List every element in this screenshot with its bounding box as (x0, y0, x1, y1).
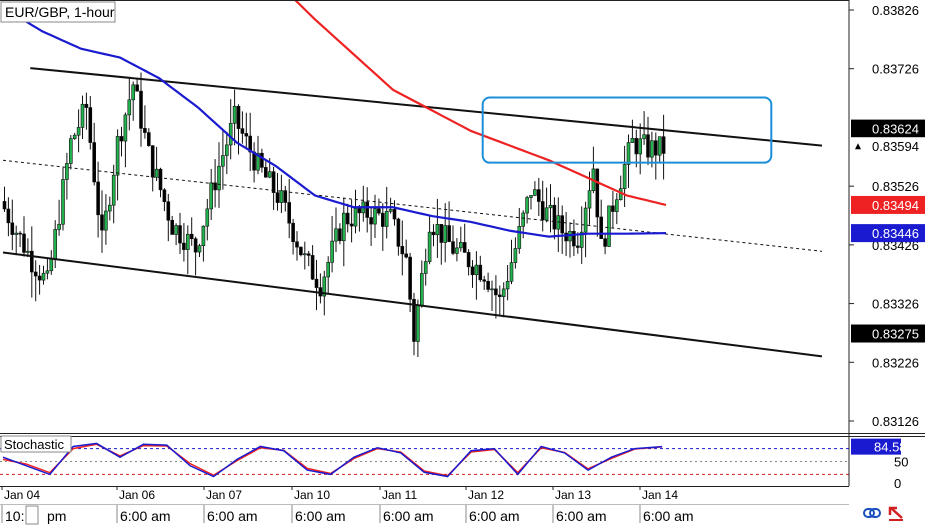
time-label: pm (47, 508, 66, 524)
date-label: Jan 10 (294, 488, 330, 502)
time-label: 6:00 am (383, 508, 434, 524)
price-tick-label: 0.83326 (872, 297, 919, 312)
price-tag-label: 0.83624 (872, 122, 919, 137)
price-tag-dark: 0.83624 (851, 119, 925, 138)
price-tick-label: 0.83526 (872, 179, 919, 194)
stochastic-title-box: Stochastic (0, 435, 72, 453)
price-tag-label: 0.83494 (872, 198, 919, 213)
date-label: Jan 14 (642, 488, 678, 502)
price-tick-label: 0.83726 (872, 62, 919, 77)
stochastic-title: Stochastic (4, 437, 64, 452)
price-tick-label: 0.83126 (872, 414, 919, 429)
price-tick-label: 0.83226 (872, 355, 919, 370)
date-label: Jan 13 (555, 488, 591, 502)
price-title: EUR/GBP, 1-hour (5, 4, 115, 20)
candle (299, 246, 303, 257)
time-label: 6:00 am (295, 508, 346, 524)
price-tag-blue: 0.83446 (851, 224, 925, 243)
stochastic-tick-label: 0 (894, 476, 901, 491)
time-label: 6:00 am (643, 508, 694, 524)
time-label: 10: (5, 508, 24, 524)
date-label: Jan 06 (119, 488, 155, 502)
date-label: Jan 11 (382, 488, 417, 502)
price-tag-dark: 0.83275 (851, 324, 925, 343)
date-label: Jan 04 (4, 488, 40, 502)
price-tag-light: 0.83594 (851, 137, 925, 156)
price-tag-label: 0.83275 (872, 327, 919, 342)
candle (607, 205, 611, 248)
time-label: 6:00 am (207, 508, 258, 524)
date-label: Jan 07 (206, 488, 242, 502)
price-title-box: EUR/GBP, 1-hour (0, 1, 116, 23)
time-cursor-marker[interactable] (25, 505, 39, 525)
date-label: Jan 12 (468, 488, 504, 502)
stochastic-value-label: 84.58 (874, 440, 907, 455)
price-tag-red: 0.83494 (851, 195, 925, 214)
chart-window: 0.83826 0.83726 0.83526 0.83426 0.83326 0.832… (0, 0, 925, 525)
time-label: 6:00 am (469, 508, 520, 524)
chart-canvas: 0.838260.837260.835260.834260.833260.832… (0, 0, 925, 525)
time-label: 6:00 am (556, 508, 607, 524)
stochastic-tick-label: 50 (894, 455, 908, 470)
time-label: 6:00 am (120, 508, 171, 524)
price-tag-label: 0.83446 (872, 226, 919, 241)
stochastic-value-tag: 84.58 (851, 438, 907, 455)
price-tick-label: 0.83826 (872, 3, 919, 18)
price-tag-label: 0.83594 (872, 139, 919, 154)
